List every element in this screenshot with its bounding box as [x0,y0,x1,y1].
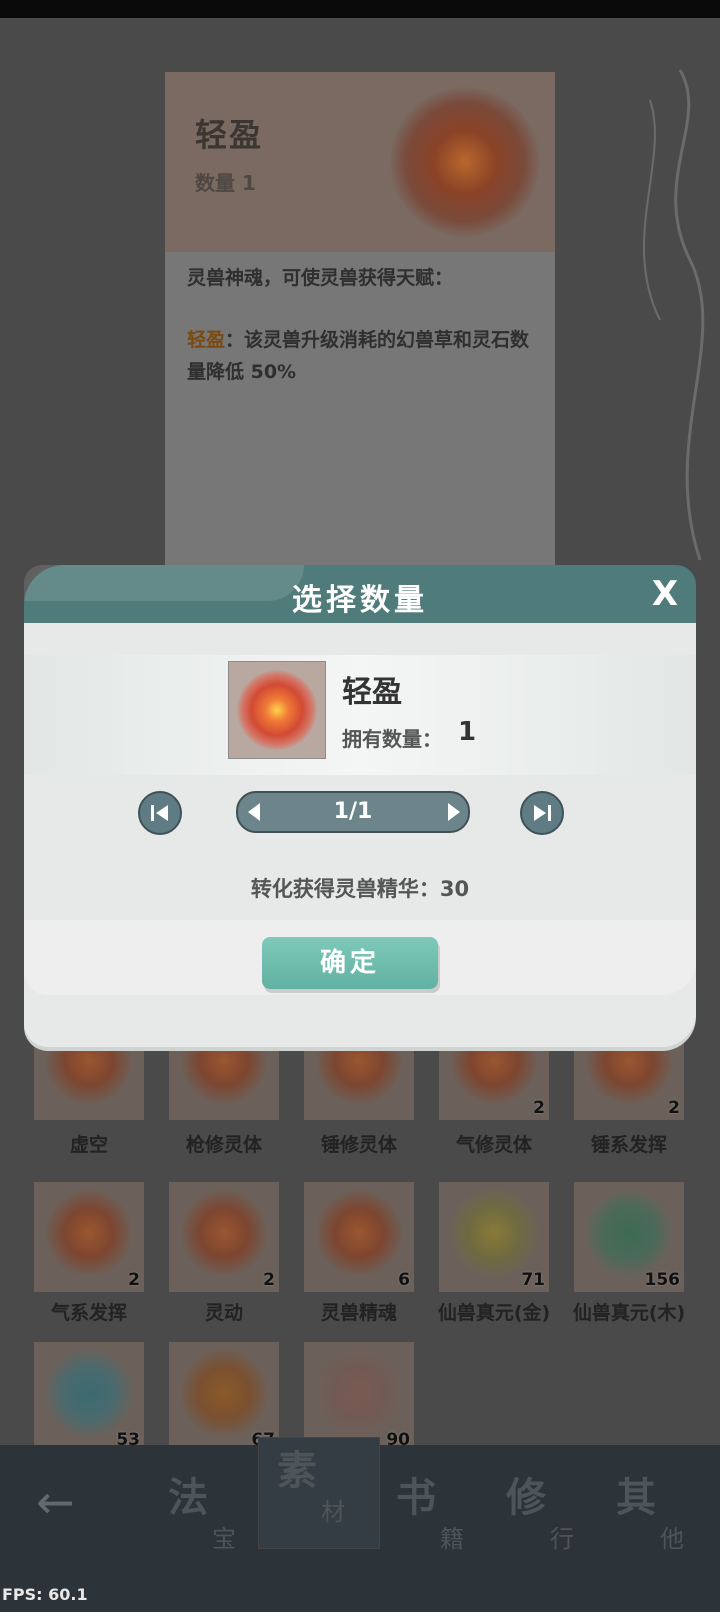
soul-orb-icon [237,670,317,750]
inventory-item[interactable]: 2 [34,1182,144,1292]
quantity-stepper[interactable]: 1/1 [236,791,470,833]
inventory-item[interactable]: 6 [304,1182,414,1292]
tab-cultivation[interactable]: 修 行 [488,1465,608,1575]
dialog-header: 选择数量 X [24,565,696,623]
selected-item-panel: 轻盈 拥有数量： 1 [24,655,696,775]
tab-other[interactable]: 其 他 [598,1465,718,1575]
tab-label-main: 书 [396,1474,436,1521]
item-label: 虚空 [69,1134,108,1156]
item-info-card: 轻盈 数量 1 灵兽神魂，可使灵兽获得天赋： 轻盈：该灵兽升级消耗的幻兽草和灵石… [165,72,555,592]
tab-label-main: 修 [506,1474,546,1521]
conversion-result-text: 转化获得灵兽精华：30 [250,877,470,901]
tab-materials[interactable]: 素 材 [258,1437,380,1549]
inventory-item[interactable]: 2 [169,1182,279,1292]
item-info-header: 轻盈 数量 1 [165,72,555,252]
tab-label-main: 其 [616,1474,656,1521]
item-label: 锤系发挥 [590,1134,667,1156]
item-info-quantity: 数量 1 [195,171,256,195]
skip-last-icon [534,805,551,821]
tab-label-sub: 他 [660,1525,684,1553]
close-icon[interactable]: X [644,573,686,615]
description-intro: 灵兽神魂，可使灵兽获得天赋： [187,267,454,289]
item-label: 枪修灵体 [185,1134,262,1156]
tab-label-main: 素 [277,1447,317,1494]
tab-label-sub: 材 [321,1498,345,1526]
earth-beast-icon [314,1348,404,1438]
golden-beast-icon [449,1188,539,1278]
increment-arrow-icon[interactable] [438,793,468,831]
item-count: 2 [533,1098,545,1118]
owned-quantity-value: 1 [458,717,477,747]
green-beast-icon [584,1188,674,1278]
tab-label-sub: 行 [550,1525,574,1553]
tab-books[interactable]: 书 籍 [378,1465,498,1575]
item-count: 2 [263,1270,275,1290]
selected-item-name: 轻盈 [342,675,402,710]
description-body: ：该灵兽升级消耗的幻兽草和灵石数量降低 50% [187,329,530,383]
blue-beast-icon [44,1348,134,1438]
item-info-title: 轻盈 [195,116,264,154]
item-label: 仙兽真元(木) [572,1302,686,1324]
decrement-arrow-icon[interactable] [240,793,270,831]
back-arrow-icon[interactable]: ← [36,1475,75,1529]
flame-spirit-icon [314,1188,404,1278]
item-label: 仙兽真元(金) [437,1302,551,1324]
soul-orb-icon [179,1188,269,1278]
dialog-title: 选择数量 [292,583,428,618]
description-effect: 轻盈：该灵兽升级消耗的幻兽草和灵石数量降低 50% [187,324,537,388]
confirm-button[interactable]: 确定 [262,937,438,989]
tab-label-sub: 籍 [440,1525,464,1553]
selected-item-icon [228,661,326,759]
inventory-item[interactable]: 90 [304,1342,414,1452]
fps-counter: FPS: 60.1 [2,1585,88,1604]
select-quantity-dialog: 选择数量 X 轻盈 拥有数量： 1 1/1 转化获得灵兽精华：30 确定 [24,565,696,1047]
owned-quantity-label: 拥有数量： [342,727,442,751]
min-quantity-button[interactable] [138,791,182,835]
item-count: 71 [521,1270,545,1290]
item-label: 灵动 [204,1302,243,1324]
fire-beast-icon [179,1348,269,1438]
item-count: 6 [398,1270,410,1290]
background-character-art [642,69,705,561]
description-highlight: 轻盈 [187,329,226,351]
item-count: 2 [128,1270,140,1290]
max-quantity-button[interactable] [520,791,564,835]
item-count: 2 [668,1098,680,1118]
inventory-item[interactable]: 53 [34,1342,144,1452]
inventory-item[interactable]: 67 [169,1342,279,1452]
status-bar [0,0,720,18]
tab-label-main: 法 [168,1474,208,1521]
bottom-nav: ← 法 宝 素 材 书 籍 修 行 其 他 [0,1437,720,1612]
item-label: 锤修灵体 [320,1134,397,1156]
item-label: 灵兽精魂 [320,1302,397,1324]
item-count: 156 [644,1270,681,1290]
soul-orb-icon [44,1188,134,1278]
inventory-item[interactable]: 156 [574,1182,684,1292]
item-label: 气系发挥 [50,1302,127,1324]
inventory-item[interactable]: 71 [439,1182,549,1292]
tab-label-sub: 宝 [212,1525,236,1553]
item-description: 灵兽神魂，可使灵兽获得天赋： 轻盈：该灵兽升级消耗的幻兽草和灵石数量降低 50% [187,262,537,418]
soul-orb-icon [390,87,540,237]
quantity-value: 1/1 [333,799,373,824]
tab-treasures[interactable]: 法 宝 [150,1465,270,1575]
skip-first-icon [151,805,168,821]
item-label: 气修灵体 [455,1134,532,1156]
